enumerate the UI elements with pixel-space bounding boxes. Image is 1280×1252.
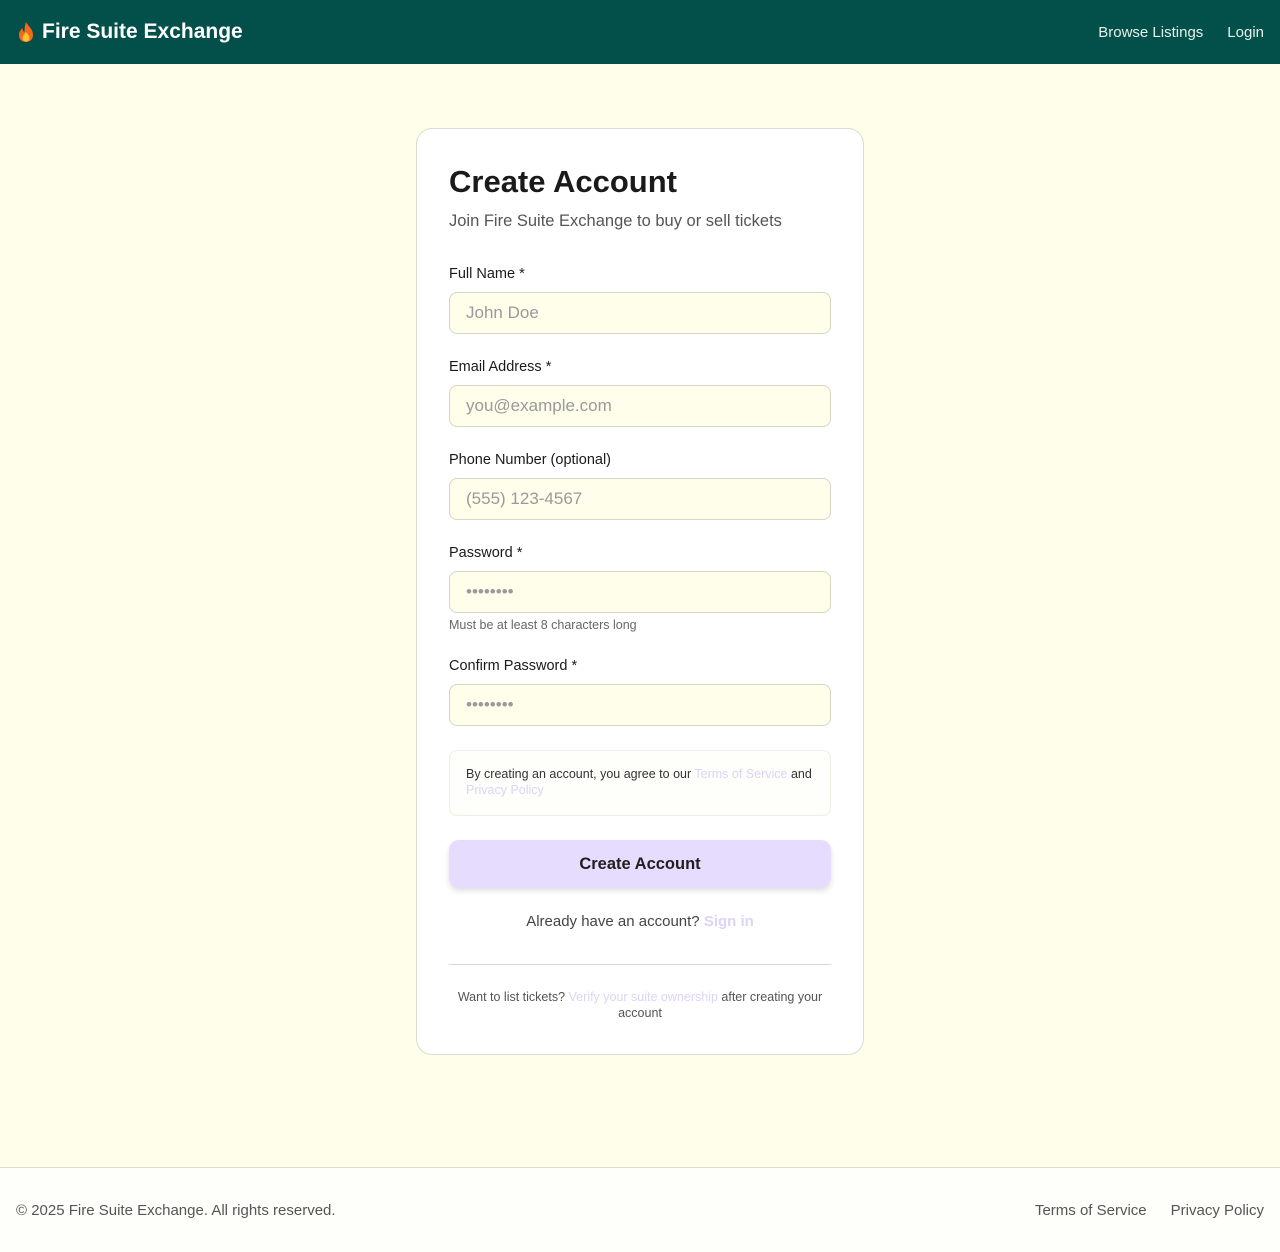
- password-field-group: Password * Must be at least 8 characters…: [449, 544, 831, 633]
- page-title: Create Account: [449, 164, 677, 199]
- privacy-policy-link[interactable]: Privacy Policy: [466, 783, 544, 797]
- full-name-label: Full Name *: [449, 266, 525, 282]
- confirm-password-label: Confirm Password *: [449, 658, 578, 674]
- phone-field-group: Phone Number (optional): [449, 451, 831, 520]
- page-footer: © 2025 Fire Suite Exchange. All rights r…: [0, 1167, 1280, 1252]
- main-nav: Browse Listings Login: [1098, 24, 1264, 41]
- phone-label: Phone Number (optional): [449, 452, 612, 468]
- page-subtitle: Join Fire Suite Exchange to buy or sell …: [449, 212, 782, 230]
- email-label: Email Address *: [449, 359, 552, 375]
- email-field-group: Email Address *: [449, 358, 831, 427]
- signin-link[interactable]: Sign in: [704, 913, 754, 930]
- copyright-text: © 2025 Fire Suite Exchange. All rights r…: [16, 1201, 336, 1219]
- signup-card: Create Account Join Fire Suite Exchange …: [416, 128, 864, 1055]
- footer-terms-link[interactable]: Terms of Service: [1035, 1202, 1147, 1219]
- verify-suite-ownership-link[interactable]: Verify your suite ownership: [569, 990, 718, 1004]
- confirm-password-field-group: Confirm Password *: [449, 657, 831, 726]
- password-input[interactable]: [449, 571, 831, 613]
- footer-privacy-link[interactable]: Privacy Policy: [1171, 1202, 1264, 1219]
- flame-icon: [16, 21, 36, 43]
- footer-links: Terms of Service Privacy Policy: [1035, 1202, 1264, 1219]
- nav-browse-listings-link[interactable]: Browse Listings: [1098, 24, 1203, 41]
- signin-prompt: Already have an account? Sign in: [449, 912, 831, 932]
- divider: [449, 964, 831, 965]
- confirm-password-input[interactable]: [449, 684, 831, 726]
- signin-prompt-text: Already have an account?: [526, 913, 704, 930]
- list-note-prefix: Want to list tickets?: [457, 990, 569, 1004]
- password-label: Password *: [449, 545, 523, 561]
- password-hint: Must be at least 8 characters long: [449, 618, 637, 632]
- brand-name: Fire Suite Exchange: [42, 20, 243, 43]
- nav-login-link[interactable]: Login: [1227, 24, 1264, 41]
- terms-prefix-text: By creating an account, you agree to our: [466, 767, 695, 781]
- full-name-input[interactable]: [449, 292, 831, 334]
- email-input[interactable]: [449, 385, 831, 427]
- terms-of-service-link[interactable]: Terms of Service: [694, 767, 787, 781]
- list-tickets-note: Want to list tickets? Verify your suite …: [449, 989, 831, 1021]
- brand-logo-link[interactable]: Fire Suite Exchange: [16, 20, 243, 44]
- top-navigation-bar: Fire Suite Exchange Browse Listings Logi…: [0, 0, 1280, 64]
- phone-input[interactable]: [449, 478, 831, 520]
- terms-agreement-notice: By creating an account, you agree to our…: [449, 750, 831, 816]
- create-account-button[interactable]: Create Account: [449, 840, 831, 888]
- terms-middle-text: and: [787, 767, 812, 781]
- full-name-field-group: Full Name *: [449, 265, 831, 334]
